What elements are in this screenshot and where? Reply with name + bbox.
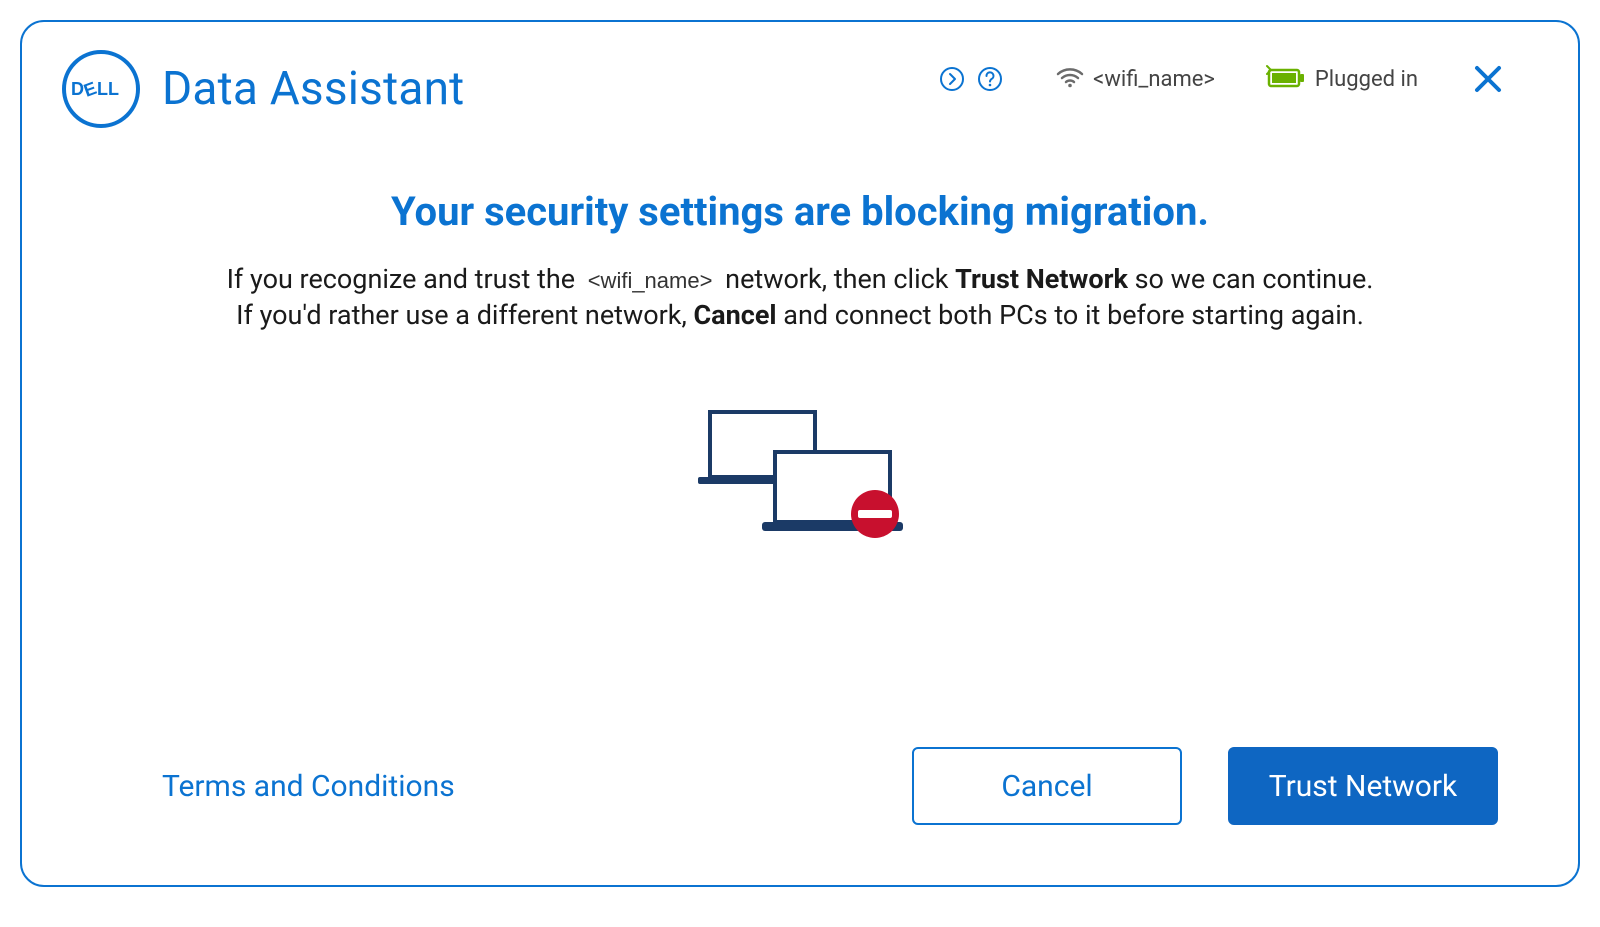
app-window: D E L L Data Assistant bbox=[20, 20, 1580, 887]
cancel-button[interactable]: Cancel bbox=[912, 747, 1182, 825]
power-status-label: Plugged in bbox=[1315, 67, 1418, 92]
svg-text:L: L bbox=[97, 79, 108, 99]
app-title: Data Assistant bbox=[162, 62, 464, 116]
power-indicator: Plugged in bbox=[1265, 64, 1418, 94]
footer-bar: Terms and Conditions Cancel Trust Networ… bbox=[22, 747, 1578, 885]
terms-link[interactable]: Terms and Conditions bbox=[162, 769, 455, 804]
wifi-indicator: <wifi_name> bbox=[1055, 65, 1215, 93]
wifi-name-label: <wifi_name> bbox=[1093, 67, 1215, 92]
desc-line1-c: so we can continue. bbox=[1135, 263, 1374, 295]
dell-logo: D E L L bbox=[62, 50, 140, 128]
trust-network-button[interactable]: Trust Network bbox=[1228, 747, 1498, 825]
svg-text:L: L bbox=[108, 79, 119, 99]
help-icon[interactable] bbox=[975, 64, 1005, 94]
page-description: If you recognize and trust the <wifi_nam… bbox=[227, 261, 1374, 334]
battery-plugged-icon bbox=[1265, 64, 1307, 94]
brand-block: D E L L Data Assistant bbox=[62, 50, 464, 128]
desc-line1-bold: Trust Network bbox=[955, 263, 1128, 295]
close-icon bbox=[1472, 63, 1504, 95]
two-laptops-blocked-icon bbox=[690, 404, 910, 544]
header-icon-group bbox=[937, 64, 1005, 94]
close-button[interactable] bbox=[1468, 59, 1508, 99]
desc-line2-b: and connect both PCs to it before starti… bbox=[783, 299, 1364, 331]
desc-line1-b: network, then click bbox=[725, 263, 955, 295]
page-headline: Your security settings are blocking migr… bbox=[391, 188, 1209, 235]
desc-line2-bold: Cancel bbox=[694, 299, 777, 331]
desc-line2-a: If you'd rather use a different network, bbox=[236, 299, 693, 331]
next-icon[interactable] bbox=[937, 64, 967, 94]
main-content: Your security settings are blocking migr… bbox=[22, 128, 1578, 747]
header-right: <wifi_name> Plugged in bbox=[937, 59, 1508, 99]
desc-line1-a: If you recognize and trust the bbox=[227, 263, 582, 295]
dell-logo-icon: D E L L bbox=[71, 79, 131, 99]
desc-wifi-placeholder: <wifi_name> bbox=[582, 268, 719, 293]
header-bar: D E L L Data Assistant bbox=[22, 22, 1578, 128]
wifi-icon bbox=[1055, 65, 1085, 93]
